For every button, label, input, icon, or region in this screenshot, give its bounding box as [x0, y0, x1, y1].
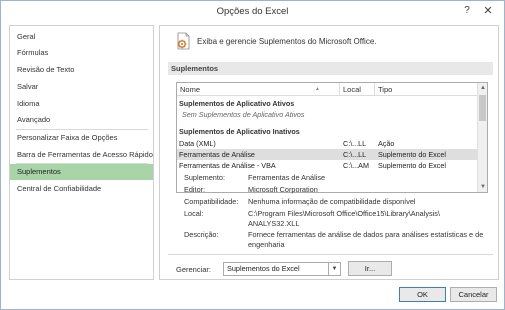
manage-label: Gerenciar:: [176, 265, 212, 274]
row-name: Ferramentas de Análise - VBA: [179, 161, 276, 170]
chevron-down-icon[interactable]: ▼: [328, 263, 340, 275]
addins-panel: Exiba e gerencie Suplementos do Microsof…: [159, 25, 499, 280]
detail-value: Fornece ferramentas de análise de dados …: [248, 230, 484, 249]
cancel-button[interactable]: Cancelar: [450, 287, 497, 302]
addins-gear-icon: [177, 32, 190, 50]
sidebar-item-central-confiabilidade[interactable]: Central de Confiabilidade: [10, 181, 153, 197]
manage-bar: Gerenciar: Suplementos do Excel ▼ Ir...: [168, 254, 493, 278]
header-description: Exiba e gerencie Suplementos do Microsof…: [197, 37, 377, 46]
detail-label: Editor:: [184, 185, 206, 194]
excel-options-dialog: Opções do Excel ? ✕ Geral Fórmulas Revis…: [0, 0, 505, 310]
sort-asc-icon: ▲: [315, 86, 320, 92]
row-location: C:\...LL: [343, 139, 367, 148]
close-icon[interactable]: ✕: [480, 3, 496, 19]
row-type: Ação: [378, 139, 395, 148]
detail-label: Local:: [184, 209, 204, 218]
group-inactive-heading: Suplementos de Aplicativo Inativos: [179, 127, 300, 136]
detail-value: Microsoft Corporation: [248, 185, 318, 194]
detail-label: Descrição:: [184, 230, 219, 239]
sidebar-item-formulas[interactable]: Fórmulas: [10, 45, 153, 61]
sidebar-item-barra-acesso-rapido[interactable]: Barra de Ferramentas de Acesso Rápido: [10, 147, 153, 163]
scroll-thumb[interactable]: [479, 95, 486, 121]
detail-value: C:\Program Files\Microsoft Office\Office…: [248, 209, 440, 228]
column-header-type[interactable]: Tipo: [375, 83, 392, 96]
sidebar: Geral Fórmulas Revisão de Texto Salvar I…: [9, 25, 154, 280]
sidebar-item-suplementos[interactable]: Suplementos: [10, 164, 153, 180]
sidebar-item-personalizar-faixa[interactable]: Personalizar Faixa de Opções: [10, 130, 153, 146]
row-location: C:\...LL: [343, 150, 367, 159]
column-header-location[interactable]: Local: [340, 83, 361, 96]
row-type: Suplemento do Excel: [378, 161, 446, 170]
row-name: Ferramentas de Análise: [179, 150, 255, 159]
sidebar-item-geral[interactable]: Geral: [10, 29, 153, 45]
detail-value: Nenhuma informação de compatibilidade di…: [248, 197, 416, 206]
section-title: Suplementos: [168, 62, 493, 75]
row-type: Suplemento do Excel: [378, 150, 446, 159]
table-row[interactable]: Ferramentas de Análise - VBA C:\...AM Su…: [177, 160, 477, 171]
group-active-empty: Sem Suplementos de Aplicativo Ativos: [182, 110, 305, 119]
sidebar-item-avancado[interactable]: Avançado: [10, 112, 153, 128]
window-title: Opções do Excel: [216, 6, 289, 17]
sidebar-item-idioma[interactable]: Idioma: [10, 96, 153, 112]
row-name: Data (XML): [179, 139, 216, 148]
scroll-up-icon[interactable]: ▲: [478, 83, 487, 93]
detail-value: Ferramentas de Análise: [248, 173, 326, 182]
go-button[interactable]: Ir...: [348, 261, 392, 276]
table-row[interactable]: Ferramentas de Análise C:\...LL Suplemen…: [177, 149, 477, 160]
help-icon[interactable]: ?: [459, 3, 475, 19]
column-header-name[interactable]: Nome: [177, 83, 200, 96]
title-bar: Opções do Excel ? ✕: [1, 1, 504, 23]
detail-label: Compatibilidade:: [184, 197, 239, 206]
detail-label: Suplemento:: [184, 173, 225, 182]
manage-selected-value: Suplementos do Excel: [227, 264, 300, 273]
ok-button[interactable]: OK: [399, 287, 446, 302]
manage-dropdown[interactable]: Suplementos do Excel ▼: [223, 262, 341, 276]
row-location: C:\...AM: [343, 161, 369, 170]
table-row[interactable]: Data (XML) C:\...LL Ação: [177, 138, 477, 149]
sidebar-item-salvar[interactable]: Salvar: [10, 79, 153, 95]
group-active-heading: Suplementos de Aplicativo Ativos: [179, 99, 295, 108]
sidebar-item-revisao[interactable]: Revisão de Texto: [10, 62, 153, 78]
list-header: Nome ▲ Local Tipo: [177, 83, 477, 96]
